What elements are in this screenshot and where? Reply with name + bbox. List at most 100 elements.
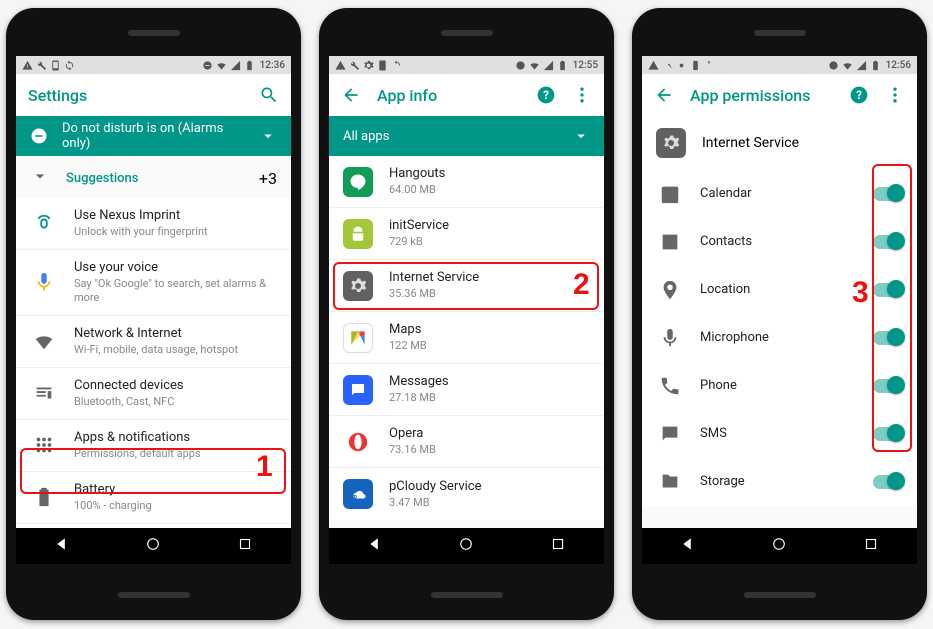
wifi-icon [30,327,58,355]
status-clock: 12:36 [260,60,285,71]
app-row-pcloudy[interactable]: p pCloudy Service 3.47 MB [329,468,604,520]
app-icon [343,219,373,249]
recent-button[interactable] [236,535,254,557]
dnd-icon [202,60,213,71]
overflow-icon[interactable] [885,85,905,105]
app-name: Maps [389,322,590,338]
recent-button[interactable] [862,535,880,557]
devices-icon [30,379,58,407]
help-icon[interactable]: ? [849,85,869,105]
suggestions-badge: +3 [259,169,277,188]
toggle-switch[interactable] [873,475,903,489]
app-row-messages[interactable]: Messages 27.18 MB [329,364,604,416]
suggestions-label: Suggestions [66,171,243,186]
app-row-maps[interactable]: Maps 122 MB [329,312,604,364]
app-row-initservice[interactable]: initService 729 kB [329,208,604,260]
app-icon [343,323,373,353]
row-devices[interactable]: Connected devices Bluetooth, Cast, NFC [16,368,291,420]
help-icon[interactable]: ? [536,85,556,105]
app-icon [656,128,686,158]
navigation-bar [642,528,917,564]
row-sub: Permissions, default apps [74,447,277,461]
back-icon[interactable] [341,85,361,105]
phone-icon [50,60,61,71]
row-sub: Say "Ok Google" to search, set alarms & … [74,277,277,305]
status-bar: 12:56 [642,56,917,74]
perm-row-phone[interactable]: Phone [642,362,917,410]
perm-label: Phone [700,378,857,394]
toggle-switch[interactable] [873,283,903,297]
status-bar: 12:36 [16,56,291,74]
app-name: Opera [389,426,590,442]
status-bar: 12:55 [329,56,604,74]
app-name: initService [389,218,590,234]
location-icon [656,276,684,304]
dnd-banner[interactable]: Do not disturb is on (Alarms only) [16,116,291,156]
recent-button[interactable] [549,535,567,557]
sms-icon [656,420,684,448]
folder-icon [656,468,684,496]
row-title: Battery [74,482,277,498]
toggle-switch[interactable] [873,235,903,249]
app-name: pCloudy Service [389,479,590,495]
dnd-icon [828,60,839,71]
toggle-switch[interactable] [873,427,903,441]
row-battery[interactable]: Battery 100% - charging [16,472,291,524]
home-button[interactable] [770,535,788,557]
row-title: Use Nexus Imprint [74,208,277,224]
perm-label: Storage [700,474,857,490]
perm-label: Calendar [700,186,857,202]
cell-icon [856,60,867,71]
back-button[interactable] [679,535,697,557]
perm-row-location[interactable]: Location [642,266,917,314]
app-identity-row: Internet Service [642,116,917,170]
app-icon [343,427,373,457]
banner-label: Do not disturb is on (Alarms only) [62,121,245,151]
row-title: Connected devices [74,378,277,394]
app-row-hangouts[interactable]: Hangouts 64.00 MB [329,156,604,208]
battery-icon [870,60,881,71]
row-sub: Wi-Fi, mobile, data usage, hotspot [74,343,277,357]
app-size: 73.16 MB [389,443,590,457]
wifi-icon [842,60,853,71]
suggestions-row[interactable]: Suggestions +3 [16,156,291,198]
toggle-switch[interactable] [873,331,903,345]
toggle-switch[interactable] [873,379,903,393]
home-button[interactable] [457,535,475,557]
overflow-icon[interactable] [572,85,592,105]
row-network[interactable]: Network & Internet Wi-Fi, mobile, data u… [16,316,291,368]
row-imprint[interactable]: Use Nexus Imprint Unlock with your finge… [16,198,291,250]
search-icon[interactable] [259,85,279,105]
row-sub: 100% - charging [74,499,277,513]
row-sub: Unlock with your fingerprint [74,225,277,239]
banner-label: All apps [343,129,389,144]
chevron-down-icon [30,166,50,190]
perm-row-sms[interactable]: SMS [642,410,917,458]
app-row-internet-service[interactable]: Internet Service 35.36 MB [329,260,604,312]
contacts-icon [656,228,684,256]
microphone-icon [656,324,684,352]
row-apps[interactable]: Apps & notifications Permissions, defaul… [16,420,291,472]
dnd-icon [515,60,526,71]
app-name: Internet Service [702,135,799,151]
wrench-icon [662,60,673,71]
app-name: Hangouts [389,166,590,182]
battery-icon [557,60,568,71]
perm-row-storage[interactable]: Storage [642,458,917,506]
perm-row-calendar[interactable]: Calendar [642,170,917,218]
phone-icon [690,60,701,71]
back-icon[interactable] [654,85,674,105]
header-title: Settings [28,86,243,105]
back-button[interactable] [366,535,384,557]
row-voice[interactable]: Use your voice Say "Ok Google" to search… [16,250,291,316]
perm-row-microphone[interactable]: Microphone [642,314,917,362]
perm-row-contacts[interactable]: Contacts [642,218,917,266]
back-button[interactable] [53,535,71,557]
toggle-switch[interactable] [873,187,903,201]
all-apps-dropdown[interactable]: All apps [329,116,604,156]
chevron-down-icon [259,127,277,145]
status-clock: 12:55 [573,60,598,71]
home-button[interactable] [144,535,162,557]
app-row-opera[interactable]: Opera 73.16 MB [329,416,604,468]
sync-icon [64,60,75,71]
